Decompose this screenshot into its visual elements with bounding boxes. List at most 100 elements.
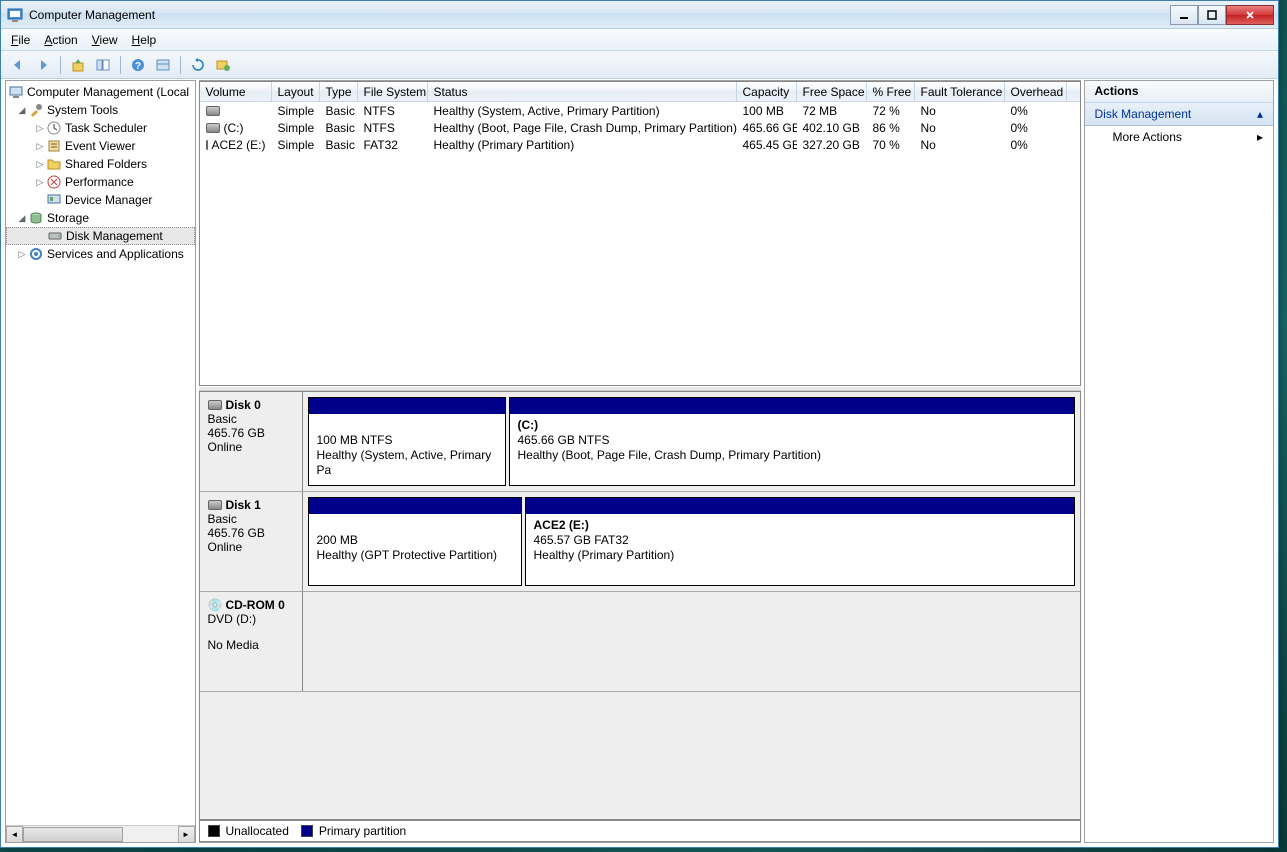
actions-section[interactable]: Disk Management ▴ xyxy=(1085,103,1274,126)
expand-icon[interactable]: ▷ xyxy=(34,177,46,188)
expand-icon[interactable]: ▷ xyxy=(34,141,46,152)
disk-size: 465.76 GB xyxy=(208,426,294,440)
tree-storage[interactable]: ◢ Storage xyxy=(6,209,195,227)
cd-icon: 💿 xyxy=(208,598,223,612)
col-pct-free[interactable]: % Free xyxy=(867,82,915,101)
main-pane: Volume Layout Type File System Status Ca… xyxy=(199,80,1081,843)
tree-label: Event Viewer xyxy=(65,139,135,153)
content-area: Computer Management (Local ◢ System Tool… xyxy=(5,80,1274,843)
tree-label: Device Manager xyxy=(65,193,152,207)
volume-cell-fs: FAT32 xyxy=(358,138,428,152)
col-filesystem[interactable]: File System xyxy=(358,82,428,101)
tree-disk-management[interactable]: Disk Management xyxy=(6,227,195,245)
menu-view[interactable]: View xyxy=(92,33,118,47)
menu-file[interactable]: File xyxy=(11,33,30,47)
refresh-button[interactable] xyxy=(187,54,209,76)
partition[interactable]: ACE2 (E:)465.57 GB FAT32Healthy (Primary… xyxy=(525,497,1075,586)
disk-title: Disk 0 xyxy=(208,398,294,412)
back-button[interactable] xyxy=(7,54,29,76)
help-button[interactable]: ? xyxy=(127,54,149,76)
disk-state: Online xyxy=(208,540,294,554)
maximize-button[interactable] xyxy=(1198,5,1226,25)
disk-icon xyxy=(47,228,63,244)
menu-action[interactable]: Action xyxy=(44,33,77,47)
col-status[interactable]: Status xyxy=(428,82,737,101)
view-options-button[interactable] xyxy=(152,54,174,76)
cdrom-status: No Media xyxy=(208,638,294,652)
disk-info[interactable]: Disk 1Basic465.76 GBOnline xyxy=(200,492,303,591)
partition-size: 100 MB NTFS xyxy=(317,433,497,448)
toolbar-separator xyxy=(180,56,181,74)
expand-icon[interactable]: ▷ xyxy=(16,249,28,260)
partition-size: 465.57 GB FAT32 xyxy=(534,533,1066,548)
col-type[interactable]: Type xyxy=(320,82,358,101)
tree-label: Task Scheduler xyxy=(65,121,147,135)
volume-cell-type: Basic xyxy=(320,104,358,118)
tree-root[interactable]: Computer Management (Local xyxy=(6,83,195,101)
partition-status: Healthy (System, Active, Primary Pa xyxy=(317,448,497,478)
tree-shared-folders[interactable]: ▷ Shared Folders xyxy=(6,155,195,173)
disk-info[interactable]: Disk 0Basic465.76 GBOnline xyxy=(200,392,303,491)
scroll-left-button[interactable]: ◄ xyxy=(6,826,23,843)
volume-cell-status: Healthy (Primary Partition) xyxy=(428,138,737,152)
volume-row[interactable]: SimpleBasicNTFSHealthy (System, Active, … xyxy=(200,102,1080,119)
close-button[interactable] xyxy=(1226,5,1274,25)
tree-services[interactable]: ▷ Services and Applications xyxy=(6,245,195,263)
scroll-thumb[interactable] xyxy=(23,827,123,842)
tools-icon xyxy=(28,102,44,118)
tree-system-tools[interactable]: ◢ System Tools xyxy=(6,101,195,119)
col-capacity[interactable]: Capacity xyxy=(737,82,797,101)
legend-label: Primary partition xyxy=(319,824,406,838)
menu-help[interactable]: Help xyxy=(132,33,157,47)
legend: Unallocated Primary partition xyxy=(199,820,1081,842)
col-overhead[interactable]: Overhead xyxy=(1005,82,1067,101)
col-layout[interactable]: Layout xyxy=(272,82,320,101)
tree-device-manager[interactable]: Device Manager xyxy=(6,191,195,209)
cdrom-info[interactable]: 💿CD-ROM 0DVD (D:)No Media xyxy=(200,592,303,691)
titlebar[interactable]: Computer Management xyxy=(1,1,1278,29)
collapse-icon[interactable]: ◢ xyxy=(16,105,28,116)
horizontal-scrollbar[interactable]: ◄ ► xyxy=(6,825,195,842)
col-volume[interactable]: Volume xyxy=(200,82,272,101)
minimize-button[interactable] xyxy=(1170,5,1198,25)
toolbar-separator xyxy=(120,56,121,74)
tree-label: Computer Management (Local xyxy=(27,85,189,99)
show-hide-tree-button[interactable] xyxy=(92,54,114,76)
forward-button[interactable] xyxy=(32,54,54,76)
nav-tree: Computer Management (Local ◢ System Tool… xyxy=(6,81,195,265)
partition[interactable]: 100 MB NTFSHealthy (System, Active, Prim… xyxy=(308,397,506,486)
scroll-right-button[interactable]: ► xyxy=(178,826,195,843)
volume-cell-type: Basic xyxy=(320,121,358,135)
tree-task-scheduler[interactable]: ▷ Task Scheduler xyxy=(6,119,195,137)
properties-button[interactable] xyxy=(212,54,234,76)
cdrom-title: 💿CD-ROM 0 xyxy=(208,598,294,612)
tree-label: Services and Applications xyxy=(47,247,184,261)
volume-cell-layout: Simple xyxy=(272,121,320,135)
partition[interactable]: 200 MBHealthy (GPT Protective Partition) xyxy=(308,497,522,586)
up-button[interactable] xyxy=(67,54,89,76)
partition-label: (C:) xyxy=(518,418,1066,433)
volume-cell-overhead: 0% xyxy=(1005,138,1067,152)
partition[interactable]: (C:)465.66 GB NTFSHealthy (Boot, Page Fi… xyxy=(509,397,1075,486)
volume-list-body: SimpleBasicNTFSHealthy (System, Active, … xyxy=(200,102,1080,153)
actions-more[interactable]: More Actions ▸ xyxy=(1085,126,1274,148)
col-free-space[interactable]: Free Space xyxy=(797,82,867,101)
tree-performance[interactable]: ▷ Performance xyxy=(6,173,195,191)
window-title: Computer Management xyxy=(29,8,1170,22)
volume-row[interactable]: (C:)SimpleBasicNTFSHealthy (Boot, Page F… xyxy=(200,119,1080,136)
volume-list: Volume Layout Type File System Status Ca… xyxy=(199,81,1081,386)
tree-event-viewer[interactable]: ▷ Event Viewer xyxy=(6,137,195,155)
services-icon xyxy=(28,246,44,262)
col-fault-tolerance[interactable]: Fault Tolerance xyxy=(915,82,1005,101)
folder-icon xyxy=(46,156,62,172)
collapse-icon[interactable]: ◢ xyxy=(16,213,28,224)
volume-cell-overhead: 0% xyxy=(1005,104,1067,118)
expand-icon[interactable]: ▷ xyxy=(34,123,46,134)
expand-icon[interactable]: ▷ xyxy=(34,159,46,170)
volume-cell-overhead: 0% xyxy=(1005,121,1067,135)
legend-swatch-primary xyxy=(301,825,313,837)
volume-row[interactable]: ACE2 (E:)SimpleBasicFAT32Healthy (Primar… xyxy=(200,136,1080,153)
disk-partitions: 200 MBHealthy (GPT Protective Partition)… xyxy=(303,492,1080,591)
disk-kind: Basic xyxy=(208,412,294,426)
legend-swatch-unallocated xyxy=(208,825,220,837)
